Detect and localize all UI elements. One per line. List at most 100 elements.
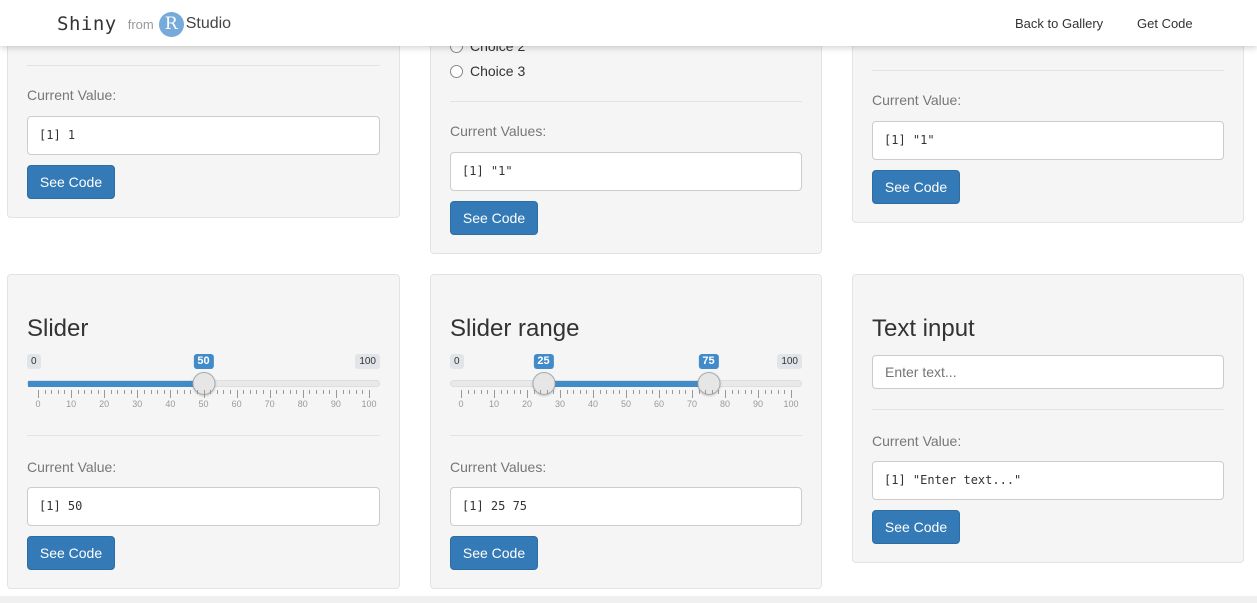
slider-tick-label-90: 90	[330, 399, 341, 409]
slider-tick-label-10: 10	[488, 399, 500, 409]
slider-minor-tick	[249, 390, 251, 394]
radio-choice-3[interactable]: Choice 3	[450, 63, 525, 79]
slider-minor-tick	[150, 390, 152, 394]
slider-minor-tick	[355, 390, 357, 394]
see-code-button[interactable]: See Code	[872, 170, 960, 204]
slider-range-title: Slider range	[450, 315, 580, 342]
slider-minor-tick	[744, 390, 746, 394]
slider-title: Slider	[27, 315, 89, 342]
slider-panel: Slider 0 100 50 0 10 20 30 40 50 60 70 80 90 100 C…	[7, 274, 400, 589]
slider-minor-tick	[124, 390, 126, 394]
slider-minor-tick	[157, 390, 159, 394]
slider-minor-tick	[110, 390, 112, 394]
radio-choice-3-label: Choice 3	[470, 63, 526, 79]
slider-minor-tick	[665, 390, 667, 394]
slider-tick-40	[593, 390, 594, 398]
slider-minor-tick	[480, 390, 482, 394]
slider-tick-90	[335, 390, 337, 398]
page-bottom-edge	[0, 596, 1257, 603]
slider-tick-label-70: 70	[686, 399, 698, 409]
slider-minor-tick	[672, 390, 674, 394]
slider-tick-80	[302, 390, 304, 398]
brand-from: from	[127, 16, 154, 32]
see-code-button[interactable]: See Code	[450, 201, 538, 235]
back-to-gallery-link[interactable]: Back to Gallery	[1015, 16, 1103, 31]
slider-minor-tick	[316, 390, 318, 394]
slider-tick-label-70: 70	[264, 399, 275, 409]
slider-tick-label-30: 30	[554, 399, 566, 409]
slider-minor-tick	[599, 390, 601, 394]
slider-control[interactable]: 0 100 50 0 10 20 30 40 50 60 70 80 90 100	[27, 354, 380, 412]
slider-minor-tick	[632, 390, 634, 394]
slider-minor-tick	[652, 390, 654, 394]
slider-minor-tick	[474, 390, 476, 394]
slider-minor-tick	[612, 390, 614, 394]
see-code-button[interactable]: See Code	[872, 510, 960, 544]
slider-minor-tick	[777, 390, 779, 394]
slider-tick-label-20: 20	[521, 399, 533, 409]
brand-studio: Studio	[185, 15, 232, 32]
slider-minor-tick	[289, 390, 291, 394]
slider-to-handle[interactable]	[697, 372, 720, 395]
see-code-button[interactable]: See Code	[27, 165, 115, 199]
slider-minor-tick	[771, 390, 773, 394]
slider-from-handle[interactable]	[532, 372, 555, 395]
slider-minor-tick	[130, 390, 132, 394]
slider-minor-tick	[177, 390, 179, 394]
radio-circle-icon	[450, 64, 463, 78]
slider-minor-tick	[196, 390, 198, 394]
current-values-output: [1] 25 75	[450, 487, 802, 526]
slider-range-control[interactable]: 0 100 25 75 0 10 20 30 40 50 60 70 80 90 100	[450, 354, 802, 412]
slider-tick-label-50: 50	[620, 399, 632, 409]
slider-from-tag: 25	[533, 354, 554, 369]
slider-tick-20	[527, 390, 528, 398]
current-value-label: Current Value:	[27, 459, 117, 475]
slider-tick-90	[758, 390, 759, 398]
slider-minor-tick	[276, 390, 278, 394]
slider-minor-tick	[57, 390, 59, 394]
see-code-button[interactable]: See Code	[450, 536, 538, 570]
slider-minor-tick	[64, 390, 66, 394]
get-code-link[interactable]: Get Code	[1137, 16, 1193, 31]
slider-tick-100	[369, 390, 370, 398]
navbar: Shiny from R Studio Back to Gallery Get …	[0, 0, 1257, 46]
slider-minor-tick	[507, 390, 509, 394]
slider-minor-tick	[784, 390, 786, 394]
divider	[872, 409, 1224, 410]
slider-tick-100	[791, 390, 792, 398]
slider-minor-tick	[533, 390, 535, 394]
text-input-panel: Text input Current Value: [1] "Enter tex…	[852, 274, 1244, 563]
slider-tick-label-40: 40	[165, 399, 176, 409]
slider-tick-label-50: 50	[198, 399, 209, 409]
slider-minor-tick	[711, 390, 713, 394]
slider-tick-label-80: 80	[297, 399, 308, 409]
slider-minor-tick	[263, 390, 265, 394]
slider-min-label: 0	[27, 354, 41, 369]
slider-minor-tick	[329, 390, 331, 394]
slider-minor-tick	[183, 390, 185, 394]
slider-minor-tick	[513, 390, 515, 394]
slider-tick-label-90: 90	[752, 399, 764, 409]
slider-tick-label-40: 40	[587, 399, 599, 409]
slider-minor-tick	[349, 390, 351, 394]
see-code-button[interactable]: See Code	[27, 536, 115, 570]
slider-minor-tick	[216, 390, 218, 394]
slider-minor-tick	[90, 390, 92, 394]
slider-tick-60	[236, 390, 238, 398]
divider	[450, 435, 802, 436]
slider-value-tag: 50	[193, 354, 214, 369]
slider-minor-tick	[751, 390, 753, 394]
brand-shiny: Shiny	[57, 13, 117, 35]
brand-logo[interactable]: Shiny from R Studio	[57, 10, 231, 38]
slider-minor-tick	[467, 390, 469, 394]
current-value-output: [1] "Enter text..."	[872, 461, 1224, 500]
rstudio-r-icon: R	[158, 11, 184, 37]
text-input-field[interactable]	[872, 355, 1224, 389]
slider-minor-tick	[606, 390, 608, 394]
slider-minor-tick	[645, 390, 647, 394]
divider	[27, 435, 380, 436]
slider-fill	[28, 381, 204, 387]
slider-minor-tick	[705, 390, 707, 394]
slider-tick-label-0: 0	[35, 399, 41, 409]
slider-minor-tick	[342, 390, 344, 394]
